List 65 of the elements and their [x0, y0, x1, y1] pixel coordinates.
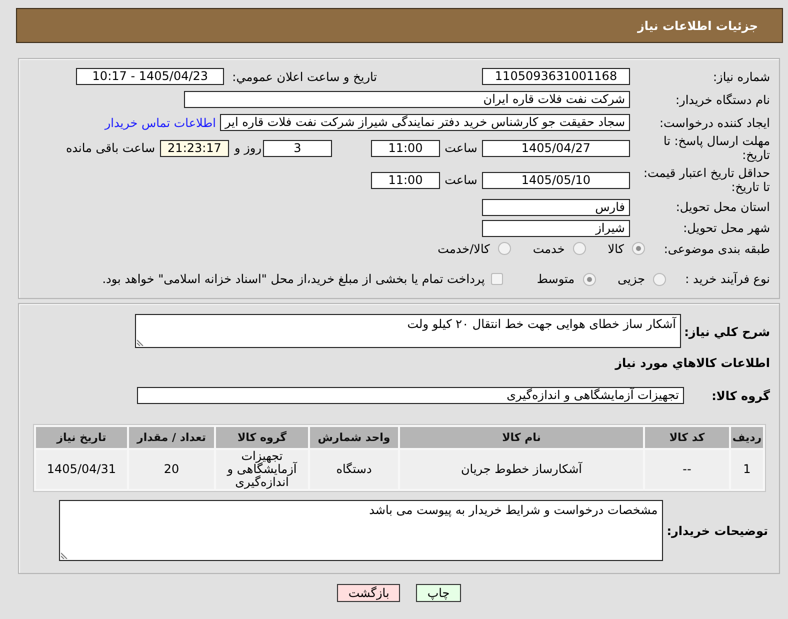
field-label: استان محل تحویل: — [674, 200, 770, 214]
time-field[interactable]: 11:00 — [371, 140, 440, 156]
field-label: نوع فرآیند خرید : — [684, 272, 770, 286]
field-label: توضیحات خریدار: — [666, 524, 768, 538]
time-label: ساعت — [444, 173, 478, 187]
table-cell: دستگاه — [310, 450, 398, 489]
field-label: حداقل تاریخ اعتبار قیمت: تا تاریخ: — [642, 166, 770, 194]
goods-group-field[interactable]: تجهیزات آزمایشگاهی و اندازه‌گیری — [137, 387, 684, 404]
resize-grip-icon[interactable] — [137, 338, 145, 346]
table-cell: -- — [645, 450, 729, 489]
radio-button[interactable] — [572, 242, 586, 255]
days-field[interactable]: 3 — [263, 140, 332, 156]
time-label: ساعت — [444, 141, 478, 155]
column-header: تاریخ نیاز — [36, 427, 127, 448]
remaining-time-field[interactable]: 21:23:17 — [160, 140, 229, 156]
column-header: کد کالا — [645, 427, 729, 448]
radio-label: خدمت — [532, 242, 565, 256]
resize-grip-icon[interactable] — [60, 551, 69, 559]
buyer-org-field[interactable]: شرکت نفت فلات قاره ایران — [184, 91, 630, 108]
table-cell: تجهیزات آزمایشگاهی و اندازه‌گیری — [216, 450, 308, 489]
province-field[interactable]: فارس — [482, 198, 630, 216]
print-button[interactable]: چاپ — [416, 584, 461, 602]
field-label: گروه کالا: — [710, 388, 770, 402]
radio-label: متوسط — [536, 272, 575, 286]
field-label: ایجاد کننده درخواست: — [658, 116, 770, 130]
column-header: نام کالا — [400, 427, 643, 448]
field-label: نام دستگاه خریدار: — [674, 92, 770, 106]
back-button[interactable]: بازگشت — [337, 584, 400, 602]
radio-label: جزیی — [618, 272, 645, 286]
summary-text-area[interactable]: آشکار ساز خطای هوایی جهت خط انتقال ۲۰ کیلو ولت — [135, 314, 681, 348]
field-label: طبقه بندی موضوعی: — [662, 242, 770, 256]
table-cell: 1405/04/31 — [36, 450, 127, 489]
radio-label: کالا — [608, 242, 624, 256]
field-label: شهر محل تحویل: — [682, 221, 770, 235]
date-field[interactable]: 1405/04/27 — [482, 140, 630, 156]
radio-label: کالا/خدمت — [438, 242, 490, 256]
section-heading: اطلاعات کالاهاي مورد نیاز — [615, 356, 770, 370]
time-field[interactable]: 11:00 — [371, 172, 440, 188]
page-title: جزئیات اطلاعات نیاز — [637, 18, 758, 32]
radio-button[interactable] — [632, 242, 645, 255]
table-cell: آشکارساز خطوط جریان — [400, 450, 643, 489]
column-header: ردیف — [731, 427, 763, 448]
field-label: شماره نیاز: — [712, 70, 770, 84]
announce-datetime-field[interactable]: 1405/04/23 - 10:17 — [76, 68, 224, 85]
radio-button[interactable] — [498, 242, 511, 255]
buyer-contact-link[interactable]: اطلاعات تماس خریدار — [104, 116, 216, 130]
checkbox-label: پرداخت تمام یا بخشی از مبلغ خرید،از محل "اسناد خزانه اسلامی" خواهد بود. — [102, 272, 485, 286]
radio-button[interactable] — [653, 272, 666, 286]
date-field[interactable]: 1405/05/10 — [482, 172, 630, 188]
field-label: شرح کلي نیاز: — [685, 325, 770, 339]
requester-field[interactable]: سجاد حقیقت جو کارشناس خرید دفتر نمایندگی شیراز شرکت نفت فلات قاره ایر — [220, 114, 630, 131]
checkbox[interactable] — [490, 273, 503, 285]
buyer-notes-text-area[interactable]: مشخصات درخواست و شرایط خریدار به پیوست می باشد — [58, 500, 663, 561]
field-label: مهلت ارسال پاسخ: تا تاریخ: — [662, 134, 770, 162]
column-header: تعداد / مقدار — [129, 427, 214, 448]
days-label: روز و — [233, 141, 262, 155]
table-cell: 1 — [731, 450, 763, 489]
radio-button[interactable] — [582, 272, 596, 286]
need-number-field[interactable]: 1105093631001168 — [482, 68, 630, 85]
column-header: گروه کالا — [216, 427, 308, 448]
city-field[interactable]: شیراز — [482, 220, 630, 236]
field-label: تاریخ و ساعت اعلان عمومي: — [232, 70, 377, 84]
remaining-label: ساعت باقی مانده — [66, 141, 155, 155]
column-header: واحد شمارش — [310, 427, 398, 448]
table-cell: 20 — [129, 450, 214, 489]
